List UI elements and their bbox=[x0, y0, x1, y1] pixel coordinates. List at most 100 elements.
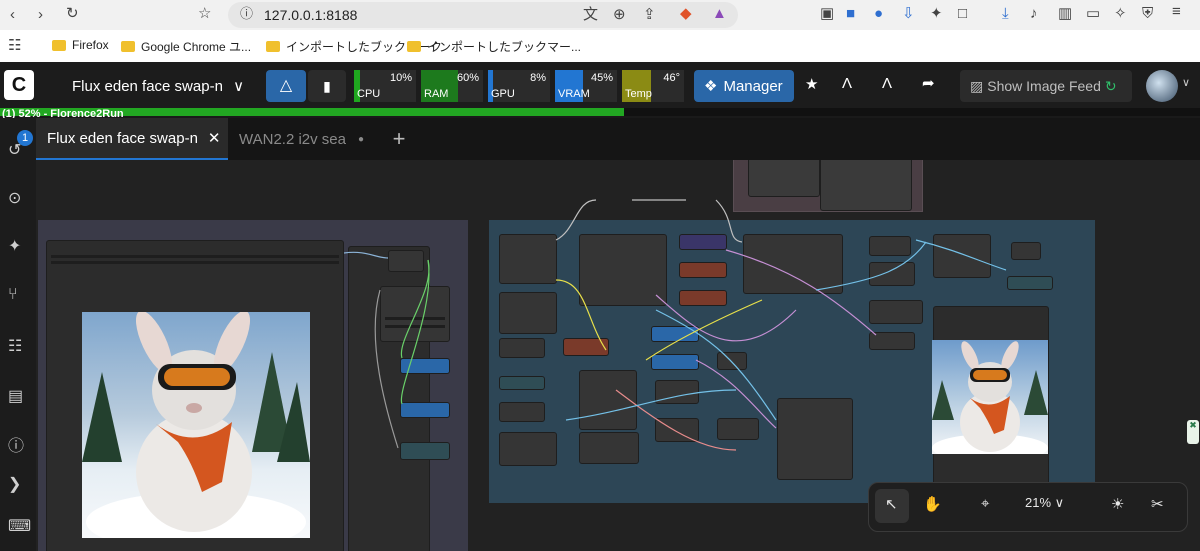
chevron-down-icon: ∨ bbox=[233, 78, 245, 95]
bookmarks-bar: ☷ Firefox Google Chrome ユ... インポートしたブックマ… bbox=[0, 30, 1200, 63]
meter-label: VRAM bbox=[558, 88, 590, 100]
terminal-icon[interactable]: ❯ bbox=[8, 474, 21, 494]
menu-icon[interactable]: ≡ bbox=[1172, 4, 1181, 19]
close-icon[interactable]: ✕ bbox=[208, 129, 221, 147]
avatar-chevron-icon[interactable]: ∨ bbox=[1182, 78, 1190, 89]
workflow-title[interactable]: Flux eden face swap-n ∨ bbox=[72, 77, 244, 95]
ai-icon[interactable]: ✧ bbox=[1114, 6, 1127, 21]
pointer-icon[interactable]: ↖ bbox=[885, 495, 898, 513]
mountain-icon: △ bbox=[279, 77, 293, 94]
star-icon[interactable]: ★ bbox=[805, 77, 818, 92]
manager-button[interactable]: ❖ Manager bbox=[694, 70, 794, 102]
help-icon[interactable]: ⓘ bbox=[8, 432, 24, 456]
hand-pan-icon[interactable]: ✋ bbox=[923, 495, 942, 513]
workflows-icon[interactable]: ⑂ bbox=[8, 286, 18, 304]
meter-value: 46° bbox=[663, 72, 680, 84]
translate-icon[interactable]: 文 bbox=[583, 7, 598, 22]
back-icon[interactable]: ‹ bbox=[10, 7, 15, 22]
folder-icon bbox=[407, 41, 421, 52]
bookmark-item[interactable]: Google Chrome ユ... bbox=[121, 38, 251, 55]
extensions-icon[interactable]: ✦ bbox=[930, 6, 943, 21]
brave-rewards-icon[interactable]: ▲ bbox=[712, 6, 727, 21]
comfy-menu-bar: C Flux eden face swap-n ∨ △ ▮ 10% CPU 60%… bbox=[0, 62, 1200, 108]
forward-icon[interactable]: › bbox=[38, 7, 43, 22]
avatar[interactable] bbox=[1146, 70, 1178, 102]
comfy-logo[interactable]: C bbox=[4, 70, 34, 100]
meter-value: 10% bbox=[389, 72, 412, 84]
output-image-preview bbox=[932, 340, 1048, 454]
workflow-title-text: Flux eden face swap-n bbox=[72, 78, 223, 95]
node-map-icon[interactable]: ☷ bbox=[8, 336, 22, 356]
sidebar-toggle-icon[interactable]: ▥ bbox=[1058, 6, 1072, 21]
meter-label: Temp bbox=[625, 88, 652, 100]
workflow-tabs: Flux eden face swap-n ✕ WAN2.2 i2v sea ●… bbox=[36, 118, 1200, 160]
meter-value: 8% bbox=[530, 72, 546, 84]
show-image-feed-button[interactable]: ▨ Show Image Feed ↻ bbox=[960, 70, 1132, 102]
cpu-meter: 10% CPU bbox=[354, 70, 416, 102]
address-bar[interactable]: ⓘ 127.0.0.1:8188 文 ⊕ ⇪ ◆ ▲ bbox=[228, 2, 738, 28]
zoom-label: 21% bbox=[1025, 495, 1052, 510]
bookmark-label: インポートしたブックマー... bbox=[427, 40, 582, 54]
extension-download-icon[interactable]: ⇩ bbox=[902, 6, 915, 21]
folder-icon bbox=[52, 39, 66, 51]
bookmark-item[interactable]: インポートしたブックマー... bbox=[407, 38, 581, 55]
folder-icon bbox=[266, 41, 280, 52]
meter-label: GPU bbox=[491, 88, 515, 100]
zoom-control[interactable]: 21% ∨ bbox=[1025, 495, 1064, 511]
meter-label: CPU bbox=[357, 88, 381, 100]
gpu-meter: 8% GPU bbox=[488, 70, 550, 102]
zoom-icon[interactable]: ⊕ bbox=[613, 7, 626, 22]
tab-label: WAN2.2 i2v sea bbox=[239, 130, 346, 148]
tab-flux-eden[interactable]: Flux eden face swap-n ✕ bbox=[36, 118, 228, 160]
templates-icon[interactable]: ▤ bbox=[8, 386, 23, 406]
folder-icon bbox=[121, 41, 135, 52]
hide-links-icon[interactable]: ✂ bbox=[1151, 495, 1164, 513]
puzzle-icon: ❖ bbox=[704, 78, 718, 95]
site-info-icon[interactable]: ⓘ bbox=[240, 7, 253, 20]
downloads-icon[interactable]: ⤓ bbox=[1002, 6, 1009, 21]
lightbulb-icon[interactable]: ☀ bbox=[1111, 495, 1124, 513]
plus-icon: + bbox=[392, 126, 406, 151]
meter-label: RAM bbox=[424, 88, 449, 100]
bookmark-button[interactable]: ▮ bbox=[308, 70, 346, 102]
vram-meter: 45% VRAM bbox=[555, 70, 617, 102]
bookmark-page-icon[interactable]: ☆ bbox=[198, 6, 211, 21]
fit-view-icon[interactable]: ⌖ bbox=[981, 495, 989, 512]
reload-icon[interactable]: ↻ bbox=[66, 6, 79, 21]
wallet-icon[interactable]: ▭ bbox=[1086, 6, 1100, 21]
ram-meter: 60% RAM bbox=[421, 70, 483, 102]
show-image-feed-label: Show Image Feed bbox=[987, 78, 1101, 94]
extension-window-icon[interactable]: □ bbox=[958, 6, 967, 21]
bookmark-item[interactable]: Firefox bbox=[52, 38, 109, 52]
node-lambda-2-icon[interactable]: Λ bbox=[882, 76, 892, 91]
vpn-icon[interactable]: ⛨ bbox=[1142, 6, 1153, 21]
share-icon[interactable]: ⇪ bbox=[643, 7, 656, 22]
model-library-icon[interactable]: ✦ bbox=[8, 236, 21, 256]
new-tab-button[interactable]: + bbox=[379, 118, 419, 160]
tab-label: Flux eden face swap-n bbox=[47, 129, 198, 147]
node-library-icon[interactable]: ⊙ bbox=[8, 188, 21, 208]
side-widget[interactable]: ✖ bbox=[1187, 420, 1199, 444]
extension-translate-icon[interactable]: ■ bbox=[846, 6, 855, 21]
image-icon: ▨ bbox=[970, 77, 984, 94]
queue-history-icon[interactable]: ↺ bbox=[8, 140, 21, 160]
bookmark-icon: ▮ bbox=[323, 78, 331, 94]
keyboard-icon[interactable]: ⌨ bbox=[8, 516, 31, 536]
meter-value: 60% bbox=[456, 72, 479, 84]
temp-meter: 46° Temp bbox=[622, 70, 684, 102]
brave-shield-icon[interactable]: ◆ bbox=[680, 6, 692, 21]
sidebar: 1 ↺ ⊙ ✦ ⑂ ☷ ▤ ⓘ ❯ ⌨ bbox=[0, 118, 36, 551]
canvas-toolbar: ↖ ✋ ⌖ 21% ∨ ☀ ✂ bbox=[868, 482, 1188, 532]
bookmark-label: Google Chrome ユ... bbox=[141, 40, 252, 54]
music-icon[interactable]: ♪ bbox=[1030, 6, 1038, 21]
unsaved-dot-icon: ● bbox=[358, 133, 365, 145]
apps-grid-icon[interactable]: ☷ bbox=[8, 38, 21, 53]
rabbit-illustration bbox=[82, 312, 310, 538]
node-lambda-icon[interactable]: Λ bbox=[842, 76, 852, 91]
extension-1-icon[interactable]: ▣ bbox=[820, 6, 834, 21]
share-arrow-icon[interactable]: ➦ bbox=[922, 76, 935, 91]
url-text: 127.0.0.1:8188 bbox=[264, 7, 358, 23]
run-logo-button[interactable]: △ bbox=[266, 70, 306, 102]
tab-wan22[interactable]: WAN2.2 i2v sea ● bbox=[229, 118, 377, 160]
extension-jp-icon[interactable]: ● bbox=[874, 6, 883, 21]
